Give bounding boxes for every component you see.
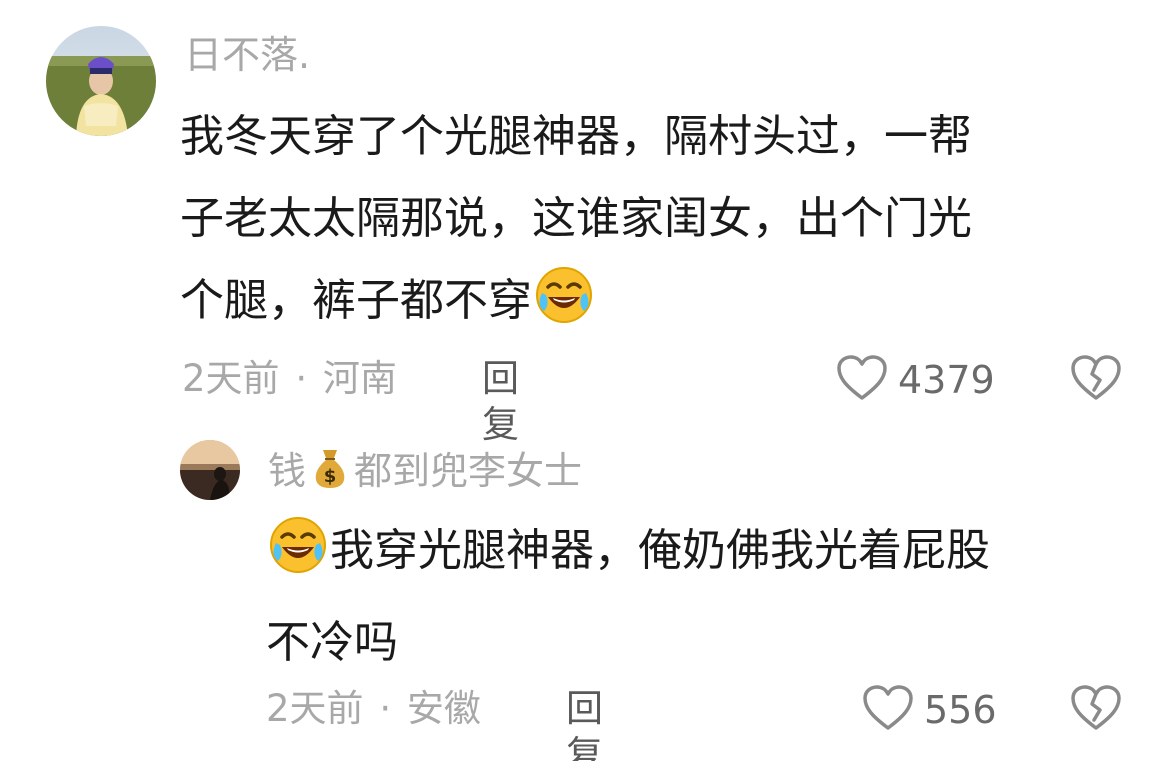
heart-icon [862,684,914,736]
comment-time: 2天前 [182,357,280,400]
comment-thread: 日不落. 我冬天穿了个光腿神器，隔村头过，一帮 子老太太隔那说，这谁家闺女，出个… [0,0,1170,761]
like-count: 4379 [898,358,995,402]
rofl-emoji-icon [534,265,594,352]
comment-location: 河南 [322,357,397,400]
broken-heart-icon [1070,355,1122,406]
dislike-button[interactable] [1070,684,1122,736]
comment-content-text: 个腿，裤子都不穿 [180,275,532,326]
reply-meta: 2天前 · 安徽 [266,686,481,732]
money-bag-icon: $ [310,446,350,500]
broken-heart-icon [1070,685,1122,736]
svg-text:$: $ [324,466,337,487]
heart-icon [836,354,888,406]
rofl-emoji-icon [268,515,328,602]
reply-content-line: 我穿光腿神器，俺奶佛我光着屁股 [266,510,1146,602]
comment-content-line: 我冬天穿了个光腿神器，隔村头过，一帮 [180,111,972,162]
meta-separator: · [295,357,308,400]
comment-meta: 2天前 · 河南 [182,356,397,402]
avatar[interactable] [180,440,240,500]
comment-content-line-last: 个腿，裤子都不穿 [180,260,1140,352]
reply-content-text: 我穿光腿神器，俺奶佛我光着屁股 [330,525,990,576]
reply-content-line: 不冷吗 [266,617,398,668]
like-button[interactable]: 4379 [836,354,995,406]
reply-content: 我穿光腿神器，俺奶佛我光着屁股 不冷吗 [266,510,1146,684]
avatar[interactable] [46,26,156,136]
avatar-image [46,26,156,136]
comment-content: 我冬天穿了个光腿神器，隔村头过，一帮 子老太太隔那说，这谁家闺女，出个门光 个腿… [180,96,1140,352]
reply-time: 2天前 [266,687,364,730]
like-button[interactable]: 556 [862,684,997,736]
reply-username[interactable]: 钱 $ 都到兜李女士 [268,446,582,500]
reply-button[interactable]: 回复 [482,356,519,448]
meta-separator: · [379,687,392,730]
reply-username-prefix: 钱 [268,449,307,493]
like-count: 556 [924,688,997,732]
avatar-image [180,440,240,500]
comment-content-line: 子老太太隔那说，这谁家闺女，出个门光 [180,193,972,244]
reply-location: 安徽 [406,687,481,730]
dislike-button[interactable] [1070,354,1122,406]
reply-username-suffix: 都到兜李女士 [354,449,583,493]
reply-button[interactable]: 回复 [566,686,603,761]
comment-username[interactable]: 日不落. [184,32,310,78]
